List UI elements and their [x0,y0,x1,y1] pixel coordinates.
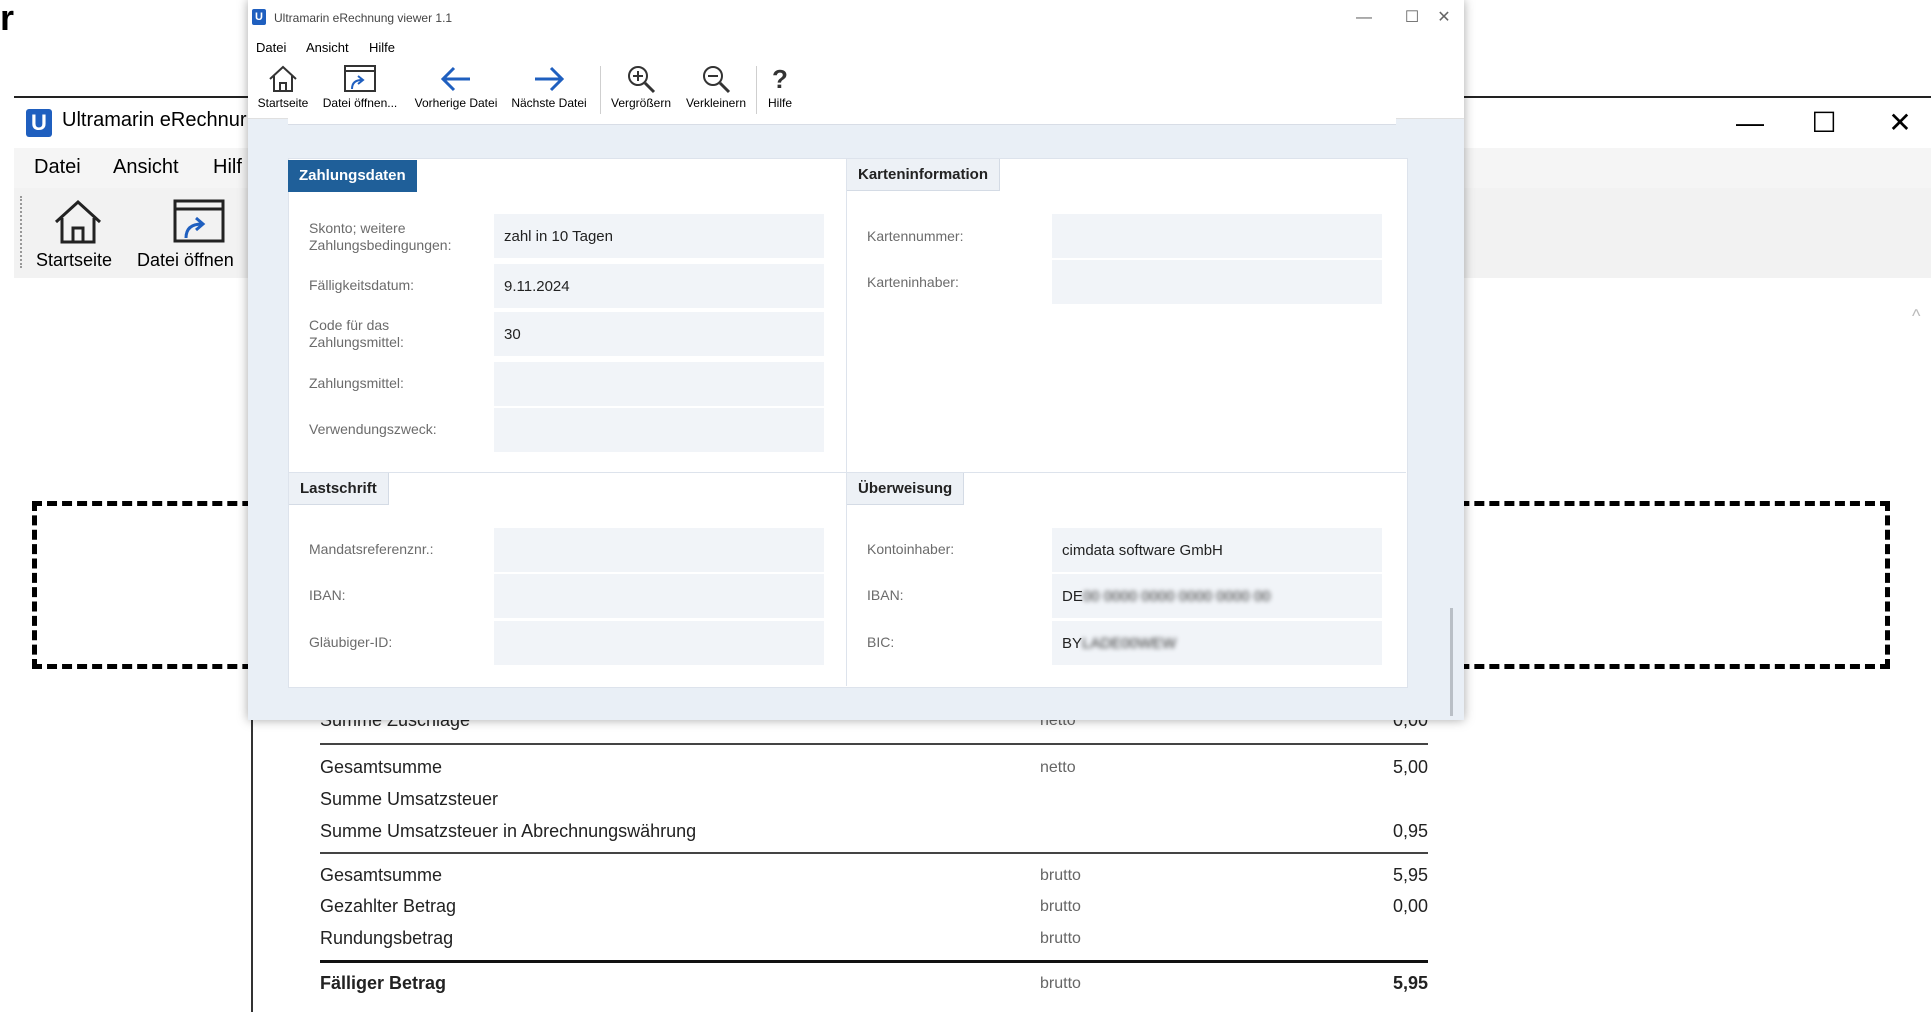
summary-divider-bold [320,960,1428,963]
summary-divider [320,743,1428,745]
field-value-kartennummer [1052,214,1382,258]
viewer-scrollbar-thumb[interactable] [1450,608,1453,716]
field-value-verwendungszweck [494,408,824,452]
bg-menu-hilfe[interactable]: Hilf [213,156,242,179]
field-label-kontoinhaber: Kontoinhaber: [867,541,955,557]
viewer-logo-icon: U [252,9,266,25]
toolbar-hilfe-label: Hilfe [767,96,792,110]
toolbar-verkleinern-button[interactable]: Verkleinern [681,64,751,118]
iban-prefix: DE [1062,587,1083,605]
summary-row-gezahlter-betrag: Gezahlter Betrag brutto 0,00 [320,896,1428,916]
field-value-skonto: zahl in 10 Tagen [494,214,824,258]
field-label-faelligkeitsdatum: Fälligkeitsdatum: [309,277,415,293]
summary-row-umsatzsteuer-abrechnung: Summe Umsatzsteuer in Abrechnungswährung… [320,821,1428,841]
partial-heading-letter: r [0,0,15,38]
field-label-bic: BIC: [867,634,895,650]
bg-startseite-label[interactable]: Startseite [36,250,112,271]
toolbar-separator [756,66,757,114]
summary-row-rundungsbetrag: Rundungsbetrag brutto [320,928,1081,948]
toolbar-hilfe-button[interactable]: ? Hilfe [760,64,800,118]
arrow-right-icon [535,66,565,92]
viewer-window-title: Ultramarin eRechnung viewer 1.1 [274,11,453,25]
field-label-code-zahlungsmittel: Code für das Zahlungsmittel: [309,317,404,350]
toolbar-vorherige-datei-label: Vorherige Datei [414,96,498,110]
tab-ueberweisung[interactable]: Überweisung [847,473,965,505]
field-value-glaeubiger-id [494,621,824,665]
field-value-zahlungsmittel [494,362,824,406]
viewer-window: U Ultramarin eRechnung viewer 1.1 — ☐ ✕ … [248,0,1464,720]
field-label-karteninhaber: Karteninhaber: [867,274,959,290]
viewer-menu-datei[interactable]: Datei [256,40,286,55]
zoom-out-icon [703,66,731,94]
summary-row-gesamtsumme-brutto: Gesamtsumme brutto 5,95 [320,865,1428,885]
toolbar-startseite-button[interactable]: Startseite [256,64,310,118]
field-label-glaeubiger-id: Gläubiger-ID: [309,634,393,650]
toolbar-verkleinern-label: Verkleinern [685,96,747,110]
field-label-iban-lastschrift: IBAN: [309,587,346,603]
field-label-verwendungszweck: Verwendungszweck: [309,421,437,437]
field-value-faelligkeitsdatum: 9.11.2024 [494,264,824,308]
bg-menu-datei[interactable]: Datei [34,156,81,179]
summary-row-umsatzsteuer: Summe Umsatzsteuer [320,789,499,809]
viewer-close-button[interactable]: ✕ [1424,6,1464,30]
field-value-bic: BY LADE00WEW [1052,621,1382,665]
field-value-iban-lastschrift [494,574,824,618]
bg-app-logo-icon: U [26,109,52,137]
bg-open-file-icon[interactable] [172,198,226,251]
bg-menu-ansicht[interactable]: Ansicht [113,156,179,179]
bg-minimize-button[interactable]: — [1720,104,1780,142]
document-left-edge [251,720,253,1012]
help-icon: ? [772,64,788,94]
summary-divider [320,852,1428,854]
viewer-menu-hilfe[interactable]: Hilfe [369,40,395,55]
field-label-zahlungsmittel: Zahlungsmittel: [309,375,404,391]
iban-blurred: 00 0000 0000 0000 0000 00 [1082,587,1271,605]
previous-section-edge [288,118,1396,125]
open-file-icon [344,65,376,92]
toolbar-startseite-label: Startseite [257,96,309,110]
field-value-karteninhaber [1052,260,1382,304]
tab-karteninformation[interactable]: Karteninformation [847,159,1001,191]
toolbar-vorherige-datei-button[interactable]: Vorherige Datei [412,64,500,118]
summary-row-faelliger-betrag: Fälliger Betrag brutto 5,95 [320,973,1428,993]
tab-lastschrift[interactable]: Lastschrift [289,473,389,505]
viewer-minimize-button[interactable]: — [1344,6,1384,30]
toolbar-vergroessern-label: Vergrößern [610,96,672,110]
bg-close-button[interactable]: ✕ [1870,104,1930,142]
field-value-kontoinhaber: cimdata software GmbH [1052,528,1382,572]
field-value-mandatsreferenznr [494,528,824,572]
viewer-menu-ansicht[interactable]: Ansicht [306,40,349,55]
bic-blurred: LADE00WEW [1082,634,1177,652]
bg-toolbar-grip [20,196,24,268]
field-label-iban-ueberweisung: IBAN: [867,587,904,603]
field-label-kartennummer: Kartennummer: [867,228,964,244]
field-label-skonto: Skonto; weitere Zahlungsbedingungen: [309,220,452,253]
bg-home-icon[interactable] [50,196,106,251]
bic-prefix: BY [1062,634,1083,652]
toolbar-naechste-datei-label: Nächste Datei [511,96,587,110]
bg-scroll-up-icon[interactable]: ^ [1912,306,1920,327]
panel-vertical-divider [846,158,847,686]
field-label-mandatsreferenznr: Mandatsreferenznr.: [309,541,434,557]
zoom-in-icon [628,66,656,94]
bg-window-title: Ultramarin eRechnur [62,109,247,131]
toolbar-datei-oeffnen-button[interactable]: Datei öffnen... [319,64,401,118]
bg-datei-oeffnen-label[interactable]: Datei öffnen [137,250,234,271]
toolbar-separator [600,66,601,114]
field-value-iban-ueberweisung: DE 00 0000 0000 0000 0000 00 [1052,574,1382,618]
tab-zahlungsdaten[interactable]: Zahlungsdaten [288,160,417,192]
bg-maximize-button[interactable]: ☐ [1794,104,1854,142]
toolbar-naechste-datei-button[interactable]: Nächste Datei [509,64,589,118]
field-value-code-zahlungsmittel: 30 [494,312,824,356]
svg-text:?: ? [772,64,788,94]
arrow-left-icon [440,66,470,92]
home-icon [269,65,297,92]
viewer-menu-bar [248,36,1464,60]
toolbar-datei-oeffnen-label: Datei öffnen... [322,96,398,110]
summary-row-gesamtsumme-netto: Gesamtsumme netto 5,00 [320,757,1428,777]
toolbar-vergroessern-button[interactable]: Vergrößern [606,64,676,118]
